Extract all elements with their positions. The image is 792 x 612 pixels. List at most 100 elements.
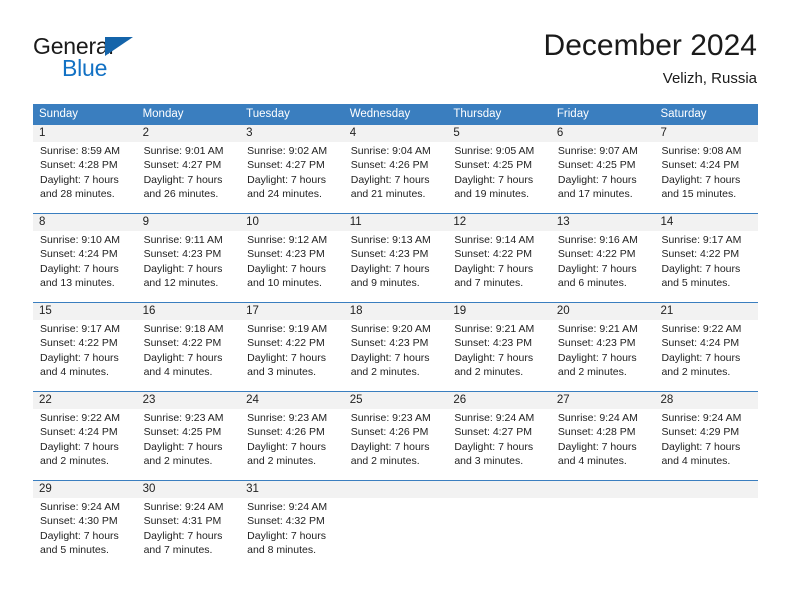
day-cell-24[interactable]: Sunrise: 9:23 AM Sunset: 4:26 PM Daylight:… — [240, 409, 344, 480]
day-cell-9[interactable]: Sunrise: 9:11 AM Sunset: 4:23 PM Daylight:… — [137, 231, 241, 302]
day-cell-8[interactable]: Sunrise: 9:10 AM Sunset: 4:24 PM Daylight:… — [33, 231, 137, 302]
sunrise-text: Sunrise: 9:11 AM — [143, 234, 223, 246]
day-number-16[interactable]: 16 — [137, 303, 241, 320]
day-cell-11[interactable]: Sunrise: 9:13 AM Sunset: 4:23 PM Daylight:… — [344, 231, 448, 302]
day-cell-28[interactable]: Sunrise: 9:24 AM Sunset: 4:29 PM Daylight:… — [654, 409, 758, 480]
sunrise-text: Sunrise: 9:13 AM — [350, 234, 431, 246]
week-day-detail-band: Sunrise: 9:24 AM Sunset: 4:30 PM Daylight:… — [33, 498, 758, 569]
day-cell-26[interactable]: Sunrise: 9:24 AM Sunset: 4:27 PM Daylight:… — [447, 409, 551, 480]
day-number-3[interactable]: 3 — [240, 125, 344, 142]
day-number-24[interactable]: 24 — [240, 392, 344, 409]
sunset-text: Sunset: 4:26 PM — [350, 159, 429, 172]
daylight-text-line2: and 2 minutes. — [40, 455, 109, 468]
day-cell-21[interactable]: Sunrise: 9:22 AM Sunset: 4:24 PM Daylight:… — [654, 320, 758, 391]
day-cell-16[interactable]: Sunrise: 9:18 AM Sunset: 4:22 PM Daylight:… — [137, 320, 241, 391]
day-number-27[interactable]: 27 — [551, 392, 655, 409]
day-number-25[interactable]: 25 — [344, 392, 448, 409]
day-cell-12[interactable]: Sunrise: 9:14 AM Sunset: 4:22 PM Daylight:… — [447, 231, 551, 302]
sunset-text: Sunset: 4:22 PM — [661, 248, 740, 261]
day-number-23[interactable]: 23 — [137, 392, 241, 409]
sunrise-text: Sunrise: 9:24 AM — [454, 412, 535, 424]
day-number-30[interactable]: 30 — [137, 481, 241, 498]
day-cell-2[interactable]: Sunrise: 9:01 AM Sunset: 4:27 PM Daylight:… — [137, 142, 241, 213]
daylight-text-line1: Daylight: 7 hours — [350, 440, 430, 453]
day-cell-19[interactable]: Sunrise: 9:21 AM Sunset: 4:23 PM Daylight:… — [447, 320, 551, 391]
day-number-11[interactable]: 11 — [344, 214, 448, 231]
day-number-8[interactable]: 8 — [33, 214, 137, 231]
daylight-text-line2: and 3 minutes. — [247, 366, 317, 379]
blue-triangle-logo-icon — [105, 37, 133, 56]
day-cell-30[interactable]: Sunrise: 9:24 AM Sunset: 4:31 PM Daylight:… — [137, 498, 241, 569]
day-number-18[interactable]: 18 — [344, 303, 448, 320]
day-cell-6[interactable]: Sunrise: 9:07 AM Sunset: 4:25 PM Daylight:… — [551, 142, 655, 213]
day-number-29[interactable]: 29 — [33, 481, 137, 498]
day-number-6[interactable]: 6 — [551, 125, 655, 142]
day-cell-13[interactable]: Sunrise: 9:16 AM Sunset: 4:22 PM Daylight:… — [551, 231, 655, 302]
daylight-text-line2: and 2 minutes. — [557, 366, 627, 379]
daylight-text-line1: Daylight: 7 hours — [40, 173, 119, 186]
sunrise-text: Sunrise: 9:24 AM — [143, 501, 224, 513]
sunset-text: Sunset: 4:25 PM — [454, 159, 532, 172]
day-number-7[interactable]: 7 — [654, 125, 758, 142]
day-number-1[interactable]: 1 — [33, 125, 137, 142]
day-cell-29[interactable]: Sunrise: 9:24 AM Sunset: 4:30 PM Daylight:… — [33, 498, 137, 569]
day-cell-31[interactable]: Sunrise: 9:24 AM Sunset: 4:32 PM Daylight:… — [240, 498, 344, 569]
day-number-31[interactable]: 31 — [240, 481, 344, 498]
sunrise-text: Sunrise: 8:59 AM — [40, 145, 120, 157]
day-cell-23[interactable]: Sunrise: 9:23 AM Sunset: 4:25 PM Daylight:… — [137, 409, 241, 480]
sunrise-text: Sunrise: 9:14 AM — [454, 234, 535, 246]
day-cell-10[interactable]: Sunrise: 9:12 AM Sunset: 4:23 PM Daylight:… — [240, 231, 344, 302]
day-number-5[interactable]: 5 — [447, 125, 551, 142]
week-day-number-band: 22 23 24 25 26 27 28 — [33, 392, 758, 409]
day-number-12[interactable]: 12 — [447, 214, 551, 231]
day-number-19[interactable]: 19 — [447, 303, 551, 320]
day-number-14[interactable]: 14 — [654, 214, 758, 231]
sunrise-text: Sunrise: 9:24 AM — [247, 501, 328, 513]
day-cell-15[interactable]: Sunrise: 9:17 AM Sunset: 4:22 PM Daylight:… — [33, 320, 137, 391]
daylight-text-line2: and 26 minutes. — [143, 188, 219, 201]
day-number-22[interactable]: 22 — [33, 392, 137, 409]
daylight-text-line1: Daylight: 7 hours — [557, 440, 637, 453]
day-number-26[interactable]: 26 — [447, 392, 551, 409]
day-cell-22[interactable]: Sunrise: 9:22 AM Sunset: 4:24 PM Daylight:… — [33, 409, 137, 480]
general-blue-logo[interactable]: General Blue — [33, 33, 273, 85]
daylight-text-line2: and 4 minutes. — [557, 455, 627, 468]
day-cell-14[interactable]: Sunrise: 9:17 AM Sunset: 4:22 PM Daylight:… — [654, 231, 758, 302]
day-number-15[interactable]: 15 — [33, 303, 137, 320]
daylight-text-line1: Daylight: 7 hours — [143, 262, 223, 275]
sunrise-text: Sunrise: 9:17 AM — [40, 323, 120, 335]
day-cell-5[interactable]: Sunrise: 9:05 AM Sunset: 4:25 PM Daylight:… — [447, 142, 551, 213]
day-cell-4[interactable]: Sunrise: 9:04 AM Sunset: 4:26 PM Daylight:… — [344, 142, 448, 213]
day-number-28[interactable]: 28 — [654, 392, 758, 409]
sunrise-text: Sunrise: 9:12 AM — [247, 234, 328, 246]
daylight-text-line1: Daylight: 7 hours — [557, 262, 637, 275]
day-number-21[interactable]: 21 — [654, 303, 758, 320]
calendar-weeks: 1 2 3 4 5 6 7 Sunrise: 8:59 AM Sunset: 4:28 PM Da… — [33, 125, 758, 569]
day-cell-25[interactable]: Sunrise: 9:23 AM Sunset: 4:26 PM Daylight:… — [344, 409, 448, 480]
sunrise-text: Sunrise: 9:18 AM — [143, 323, 224, 335]
day-cell-20[interactable]: Sunrise: 9:21 AM Sunset: 4:23 PM Daylight:… — [551, 320, 655, 391]
daylight-text-line2: and 2 minutes. — [454, 366, 524, 379]
day-cell-27[interactable]: Sunrise: 9:24 AM Sunset: 4:28 PM Daylight:… — [551, 409, 655, 480]
day-cell-18[interactable]: Sunrise: 9:20 AM Sunset: 4:23 PM Daylight:… — [344, 320, 448, 391]
sunrise-text: Sunrise: 9:22 AM — [661, 323, 742, 335]
day-number-10[interactable]: 10 — [240, 214, 344, 231]
day-number-4[interactable]: 4 — [344, 125, 448, 142]
daylight-text-line2: and 4 minutes. — [661, 455, 731, 468]
day-number-13[interactable]: 13 — [551, 214, 655, 231]
page-subtitle-location: Velizh, Russia — [662, 70, 757, 87]
day-number-20[interactable]: 20 — [551, 303, 655, 320]
sunset-text: Sunset: 4:22 PM — [247, 337, 325, 350]
day-cell-7[interactable]: Sunrise: 9:08 AM Sunset: 4:24 PM Daylight:… — [654, 142, 758, 213]
day-number-9[interactable]: 9 — [137, 214, 241, 231]
day-cell-3[interactable]: Sunrise: 9:02 AM Sunset: 4:27 PM Daylight:… — [240, 142, 344, 213]
day-cell-17[interactable]: Sunrise: 9:19 AM Sunset: 4:22 PM Daylight:… — [240, 320, 344, 391]
daylight-text-line1: Daylight: 7 hours — [247, 351, 326, 364]
sunset-text: Sunset: 4:29 PM — [661, 426, 740, 439]
day-number-17[interactable]: 17 — [240, 303, 344, 320]
day-cell-empty — [344, 498, 448, 569]
sunrise-text: Sunrise: 9:20 AM — [350, 323, 431, 335]
daylight-text-line2: and 6 minutes. — [557, 277, 627, 290]
day-cell-1[interactable]: Sunrise: 8:59 AM Sunset: 4:28 PM Daylight:… — [33, 142, 137, 213]
day-number-2[interactable]: 2 — [137, 125, 241, 142]
